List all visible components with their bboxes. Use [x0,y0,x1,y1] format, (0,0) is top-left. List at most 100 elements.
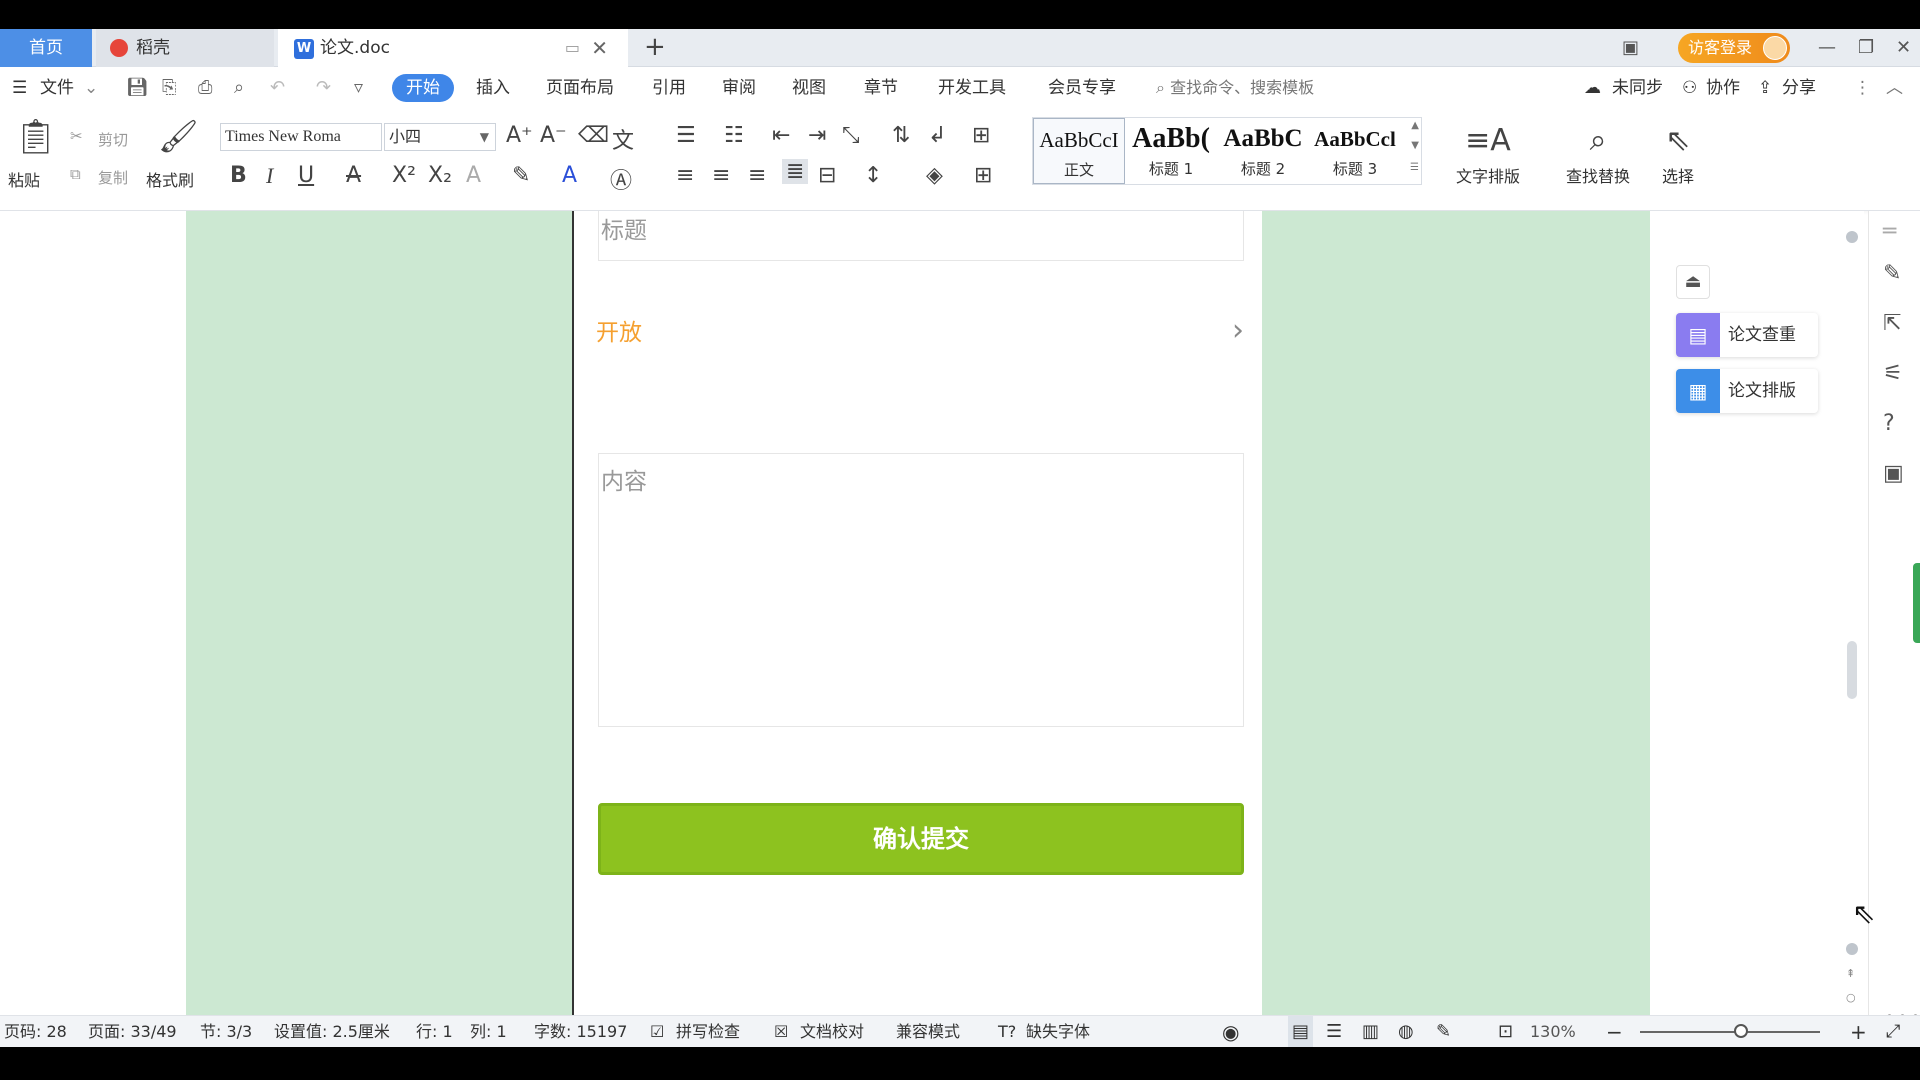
new-tab-button[interactable]: + [644,29,666,65]
layout-icon[interactable]: ▣ [1622,29,1639,67]
align-center-icon[interactable]: ≡ [712,163,730,188]
menu-lines-icon[interactable]: ═ [1883,219,1896,244]
find-replace-button[interactable]: ⌕ 查找替换 [1556,119,1640,187]
zoom-slider-knob[interactable] [1734,1024,1748,1038]
outline-view-icon[interactable]: ☰ [1326,1016,1342,1047]
border-icon[interactable]: ⊞ [974,163,992,188]
underline-icon[interactable]: U [298,163,314,188]
decrease-indent-icon[interactable]: ⇤ [772,123,790,148]
zoom-in-icon[interactable]: + [1850,1016,1867,1047]
paper-check-button[interactable]: ▤ 论文查重 [1676,313,1818,357]
restore-icon[interactable]: ❐ [1858,29,1874,67]
clear-format-icon[interactable]: ⌫ [578,123,609,148]
status-row[interactable]: 行: 1 [416,1016,453,1047]
style-normal[interactable]: AaBbCcI 正文 [1033,118,1125,184]
vertical-scrollbar[interactable]: ⇞ ○ [1840,211,1864,1015]
menu-home[interactable]: 开始 [392,74,454,102]
bullet-list-icon[interactable]: ☰ [676,123,696,148]
web-view-icon[interactable]: ◍ [1398,1016,1414,1047]
menu-section[interactable]: 章节 [864,67,898,109]
zoom-out-icon[interactable]: − [1606,1016,1623,1047]
text-direction-icon[interactable]: ⤡ [842,123,860,148]
collapse-ribbon-icon[interactable]: ︿ [1886,67,1903,109]
tab-document[interactable]: W 论文.doc ▭ ✕ [278,29,628,67]
paste-button[interactable]: 粘贴 [8,167,40,191]
superscript-icon[interactable]: X² [392,163,416,188]
menu-file[interactable]: 文件 [40,67,74,109]
shrink-font-icon[interactable]: A⁻ [540,123,567,148]
title-field[interactable]: 标题 [598,211,1244,261]
minimize-icon[interactable]: — [1818,29,1836,67]
paste-icon[interactable]: 📋︎ [14,117,57,157]
cloud-sync-icon[interactable]: ☁ [1584,67,1601,109]
menu-member[interactable]: 会员专享 [1048,67,1116,109]
print-icon[interactable]: ⎙ [198,77,212,98]
spellcheck-icon[interactable]: ☑ [650,1016,664,1047]
eye-protection-icon[interactable]: ◉ [1222,1016,1239,1047]
scroll-down-button[interactable] [1846,943,1858,955]
scroll-thumb[interactable] [1847,641,1857,699]
status-words[interactable]: 字数: 15197 [534,1016,627,1047]
zoom-level[interactable]: 130% [1530,1016,1576,1047]
export-icon[interactable]: ⎘ [162,77,176,98]
cut-icon[interactable]: ✂ [70,127,83,145]
status-section[interactable]: 节: 3/3 [200,1016,252,1047]
customize-icon[interactable]: ▿ [354,77,363,98]
confirm-submit-button[interactable]: 确认提交 [598,803,1244,875]
share-button[interactable]: 分享 [1782,67,1816,109]
sync-status[interactable]: 未同步 [1612,67,1663,109]
menu-insert[interactable]: 插入 [476,67,510,109]
proofread-button[interactable]: 文档校对 [800,1016,864,1047]
text-effect-icon[interactable]: A [466,163,481,188]
format-painter-icon[interactable]: 🖌︎ [158,117,199,155]
chevron-right-icon[interactable]: › [1232,313,1244,348]
tab-daoke[interactable]: 稻壳 [96,29,274,67]
phonetic-icon[interactable]: 文 [612,123,634,155]
line-spacing-icon[interactable]: ↕ [864,163,882,188]
style-heading-2[interactable]: AaBbC 标题 2 [1217,118,1309,184]
ruler-icon[interactable]: ⊞ [972,123,990,148]
reading-view-icon[interactable]: ▥ [1362,1016,1379,1047]
format-painter-button[interactable]: 格式刷 [146,167,194,191]
spellcheck-button[interactable]: 拼写检查 [676,1016,740,1047]
share-icon[interactable]: ⇪ [1758,67,1772,109]
align-left-icon[interactable]: ≡ [676,163,694,188]
highlight-icon[interactable]: ✎ [512,163,530,188]
document-page[interactable]: 标题 开放 › 内容 确认提交 [572,211,1262,1015]
missing-font-icon[interactable]: T? [998,1016,1016,1047]
browse-object-icon[interactable]: ○ [1846,991,1856,1004]
zoom-slider[interactable] [1640,1031,1820,1033]
text-layout-button[interactable]: ≡A 文字排版 [1446,119,1530,187]
scroll-up-button[interactable] [1846,231,1858,243]
help-icon[interactable]: ? [1883,411,1895,436]
menu-review[interactable]: 审阅 [722,67,756,109]
compat-mode[interactable]: 兼容模式 [896,1016,960,1047]
pointer-icon[interactable]: ⇱ [1883,311,1901,336]
prev-page-icon[interactable]: ⇞ [1846,967,1855,980]
collapse-panel-icon[interactable]: ⏏ [1676,265,1710,299]
write-view-icon[interactable]: ✎ [1436,1016,1451,1047]
hamburger-icon[interactable]: ☰ [12,67,27,109]
image-tool-icon[interactable]: ▣ [1883,461,1904,486]
font-size-select[interactable]: 小四 ▼ [384,123,496,151]
copy-icon[interactable]: ⧉ [70,165,81,183]
missing-font-button[interactable]: 缺失字体 [1026,1016,1090,1047]
content-field[interactable]: 内容 [598,453,1244,727]
status-setting[interactable]: 设置值: 2.5厘米 [274,1016,390,1047]
command-search[interactable]: ⌕ 查找命令、搜索模板 [1156,67,1314,109]
save-icon[interactable]: 💾︎ [126,77,149,98]
menu-references[interactable]: 引用 [652,67,686,109]
shading-icon[interactable]: ◈ [926,163,943,188]
menu-developer[interactable]: 开发工具 [938,67,1006,109]
select-button[interactable]: ⇖ 选择 [1650,119,1706,187]
screen-icon[interactable]: ▭ [565,29,580,67]
print-preview-icon[interactable]: ⌕ [234,77,244,98]
side-tab[interactable] [1913,563,1920,643]
italic-icon[interactable]: I [266,163,273,189]
tab-home[interactable]: 首页 [0,29,92,67]
menu-page-layout[interactable]: 页面布局 [546,67,614,109]
menu-view[interactable]: 视图 [792,67,826,109]
user-icon[interactable]: ⚇ [1682,67,1697,109]
font-color-icon[interactable]: A [562,163,577,188]
expand-styles-icon[interactable]: ☰ [1410,162,1419,173]
